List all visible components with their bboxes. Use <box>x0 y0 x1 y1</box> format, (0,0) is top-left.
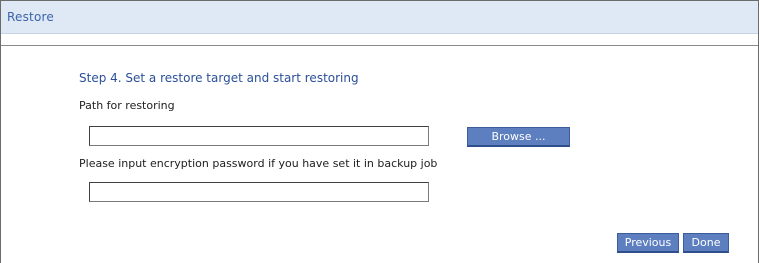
browse-button[interactable]: Browse ... <box>467 127 570 147</box>
previous-button[interactable]: Previous <box>617 233 679 253</box>
dialog-titlebar: Restore <box>1 1 758 34</box>
restore-dialog: Restore Step 4. Set a restore target and… <box>0 0 759 263</box>
password-label: Please input encryption password if you … <box>79 157 438 170</box>
path-label: Path for restoring <box>79 99 175 112</box>
restore-step-panel: Step 4. Set a restore target and start r… <box>1 45 758 263</box>
done-button[interactable]: Done <box>683 233 729 253</box>
password-input[interactable] <box>89 182 429 202</box>
step-heading: Step 4. Set a restore target and start r… <box>79 71 359 85</box>
path-input[interactable] <box>89 126 429 146</box>
dialog-title: Restore <box>7 10 54 24</box>
